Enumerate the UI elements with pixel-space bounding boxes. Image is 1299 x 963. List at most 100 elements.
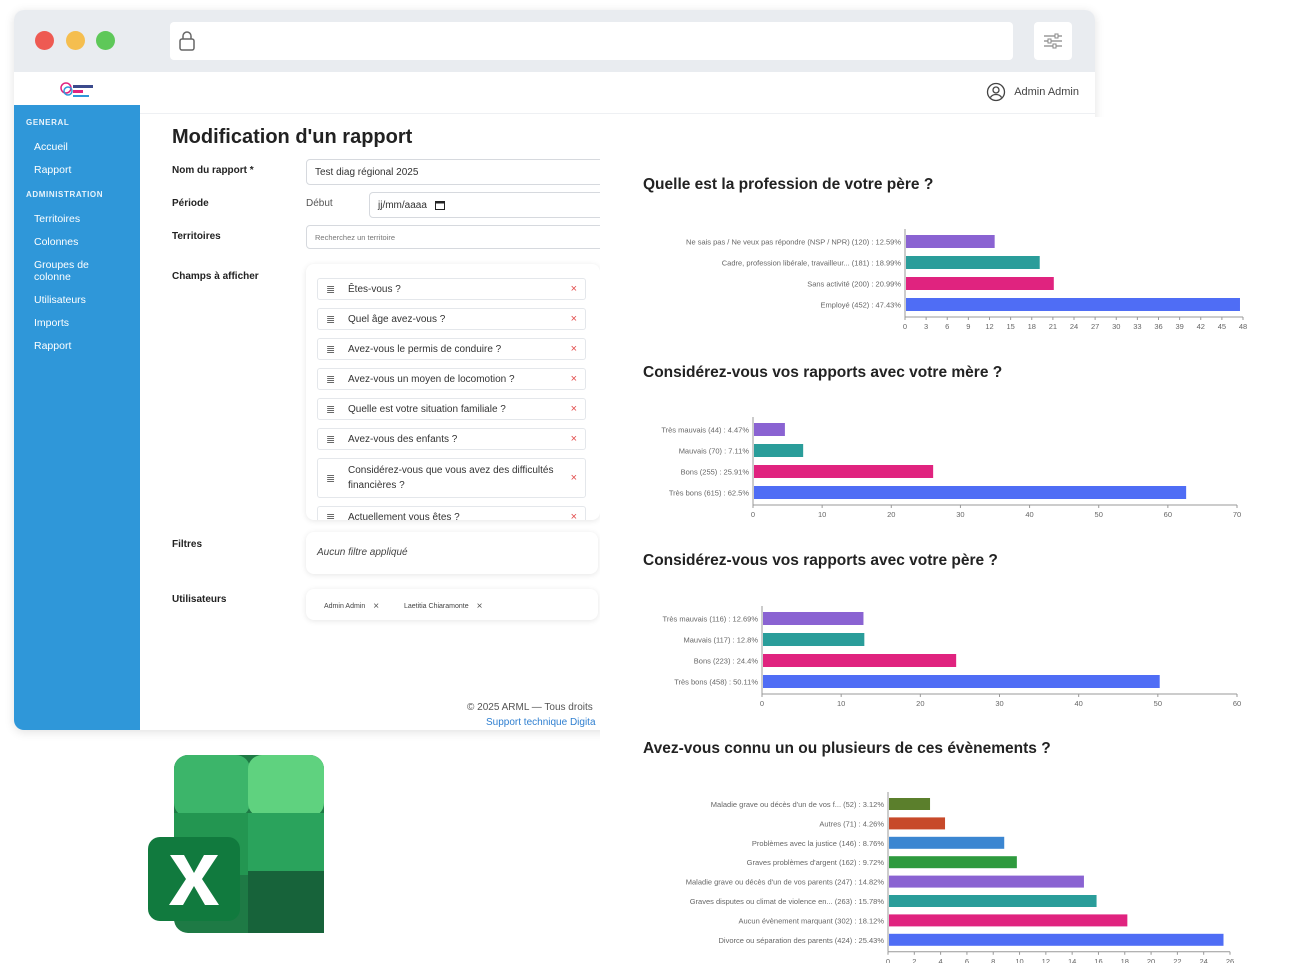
minimize-window-button[interactable] <box>66 31 85 50</box>
sidebar-item-rapport-admin[interactable]: Rapport <box>34 340 129 352</box>
chart-category-label: Autres (71) : 4.26% <box>819 819 884 828</box>
chart-title-father-profession: Quelle est la profession de votre père ? <box>643 176 934 193</box>
x-tick-label: 50 <box>1154 699 1162 708</box>
period-start-date-input[interactable]: jj/mm/aaaa <box>369 192 609 218</box>
field-item[interactable]: ≣ Avez-vous le permis de conduire ? × <box>317 338 586 360</box>
remove-field-icon[interactable]: × <box>571 472 577 484</box>
excel-icon <box>148 755 324 933</box>
chart-mother-relationship: Très mauvais (44) : 4.47% Mauvais (70) : … <box>661 417 1241 519</box>
report-name-value: Test diag régional 2025 <box>315 166 419 178</box>
x-tick-label: 40 <box>1074 699 1082 708</box>
footer-support-link[interactable]: Support technique Digita <box>486 717 596 728</box>
field-item[interactable]: ≣ Quel âge avez-vous ? × <box>317 308 586 330</box>
x-tick-label: 18 <box>1121 957 1129 963</box>
territories-search-input[interactable]: Recherchez un territoire <box>306 225 606 249</box>
chart-category-label: Bons (255) : 25.91% <box>681 468 750 477</box>
remove-field-icon[interactable]: × <box>571 511 577 520</box>
screenshot-root: Admin Admin GENERAL Accueil Rapport ADMI… <box>0 0 1299 963</box>
chart-bar <box>763 633 865 646</box>
x-tick-label: 30 <box>995 699 1003 708</box>
x-tick-label: 33 <box>1133 322 1141 331</box>
chart-bar <box>889 836 1005 849</box>
remove-field-icon[interactable]: × <box>571 313 577 325</box>
report-name-input[interactable]: Test diag régional 2025 <box>306 159 606 185</box>
field-item[interactable]: ≣ Quelle est votre situation familiale ?… <box>317 398 586 420</box>
drag-handle-icon[interactable]: ≣ <box>326 472 338 485</box>
remove-field-icon[interactable]: × <box>571 403 577 415</box>
chart-category-label: Graves problèmes d'argent (162) : 9.72% <box>747 858 885 867</box>
remove-user-icon[interactable]: × <box>477 601 483 612</box>
chart-category-label: Ne sais pas / Ne veux pas répondre (NSP … <box>686 238 901 247</box>
remove-field-icon[interactable]: × <box>571 343 577 355</box>
drag-handle-icon[interactable]: ≣ <box>326 403 338 416</box>
chart-father-relationship: Très mauvais (116) : 12.69% Mauvais (117)… <box>663 606 1241 708</box>
user-menu[interactable]: Admin Admin <box>986 80 1079 104</box>
chart-bar <box>889 933 1224 946</box>
chart-title-life-events: Avez-vous connu un ou plusieurs de ces é… <box>643 740 1051 757</box>
sidebar-item-rapport[interactable]: Rapport <box>34 164 129 176</box>
remove-field-icon[interactable]: × <box>571 433 577 445</box>
fields-list: ≣ Êtes-vous ? × ≣ Quel âge avez-vous ? ×… <box>306 264 600 520</box>
sidebar-item-accueil[interactable]: Accueil <box>34 141 129 153</box>
filters-box[interactable]: Aucun filtre appliqué <box>306 532 598 574</box>
remove-field-icon[interactable]: × <box>571 283 577 295</box>
sidebar-item-imports[interactable]: Imports <box>34 317 129 329</box>
maximize-window-button[interactable] <box>96 31 115 50</box>
close-window-button[interactable] <box>35 31 54 50</box>
chart-bar <box>754 444 804 457</box>
chart-category-label: Mauvais (70) : 7.11% <box>679 447 750 456</box>
users-select[interactable]: Admin Admin × Laetitia Chiaramonte × <box>306 589 598 620</box>
sidebar-item-colonnes[interactable]: Colonnes <box>34 236 129 248</box>
remove-user-icon[interactable]: × <box>373 601 379 612</box>
drag-handle-icon[interactable]: ≣ <box>326 433 338 446</box>
x-tick-label: 30 <box>956 510 964 519</box>
chart-title-father-relationship: Considérez-vous vos rapports avec votre … <box>643 552 998 569</box>
footer-copyright: © 2025 ARML — Tous droits <box>467 702 593 713</box>
field-item[interactable]: ≣ Considérez-vous que vous avez des diff… <box>317 458 586 498</box>
sidebar-item-territoires[interactable]: Territoires <box>34 213 129 225</box>
x-tick-label: 60 <box>1233 699 1241 708</box>
field-item-label: Quel âge avez-vous ? <box>348 313 446 325</box>
chart-category-label: Bons (223) : 24.4% <box>694 657 759 666</box>
remove-field-icon[interactable]: × <box>571 373 577 385</box>
address-bar[interactable] <box>170 22 1013 60</box>
sidebar-item-groupes-de-colonne[interactable]: Groupes de colonne <box>34 259 104 283</box>
chart-bar <box>889 875 1084 888</box>
x-tick-label: 30 <box>1112 322 1120 331</box>
field-item[interactable]: ≣ Actuellement vous êtes ? × <box>317 506 586 520</box>
drag-handle-icon[interactable]: ≣ <box>326 511 338 521</box>
filters-value: Aucun filtre appliqué <box>317 547 408 558</box>
x-tick-label: 70 <box>1233 510 1241 519</box>
drag-handle-icon[interactable]: ≣ <box>326 373 338 386</box>
field-item[interactable]: ≣ Êtes-vous ? × <box>317 278 586 300</box>
chart-title-mother-relationship: Considérez-vous vos rapports avec votre … <box>643 364 1003 381</box>
report-name-label: Nom du rapport * <box>172 165 254 176</box>
chart-category-label: Très mauvais (44) : 4.47% <box>661 426 749 435</box>
chart-category-label: Mauvais (117) : 12.8% <box>684 636 759 645</box>
user-avatar-icon <box>987 82 1006 102</box>
x-tick-label: 9 <box>966 322 970 331</box>
sliders-button[interactable] <box>1034 22 1072 60</box>
field-item[interactable]: ≣ Avez-vous des enfants ? × <box>317 428 586 450</box>
x-tick-label: 6 <box>945 322 949 331</box>
x-tick-label: 12 <box>985 322 993 331</box>
drag-handle-icon[interactable]: ≣ <box>326 343 338 356</box>
x-tick-label: 20 <box>887 510 895 519</box>
sliders-icon <box>1044 33 1062 49</box>
sidebar-item-utilisateurs[interactable]: Utilisateurs <box>34 294 129 306</box>
field-item[interactable]: ≣ Avez-vous un moyen de locomotion ? × <box>317 368 586 390</box>
drag-handle-icon[interactable]: ≣ <box>326 313 338 326</box>
x-tick-label: 6 <box>965 957 969 963</box>
x-tick-label: 45 <box>1218 322 1226 331</box>
x-tick-label: 3 <box>924 322 928 331</box>
chart-bar <box>906 277 1054 290</box>
territories-label: Territoires <box>172 231 221 242</box>
drag-handle-icon[interactable]: ≣ <box>326 283 338 296</box>
x-tick-label: 20 <box>916 699 924 708</box>
sidebar-section-administration: ADMINISTRATION <box>26 190 104 199</box>
x-tick-label: 8 <box>991 957 995 963</box>
app-logo[interactable] <box>58 79 98 101</box>
chart-category-label: Maladie grave ou décès d'un de vos f... … <box>711 800 885 809</box>
x-tick-label: 42 <box>1197 322 1205 331</box>
field-item-label: Avez-vous des enfants ? <box>348 433 458 445</box>
